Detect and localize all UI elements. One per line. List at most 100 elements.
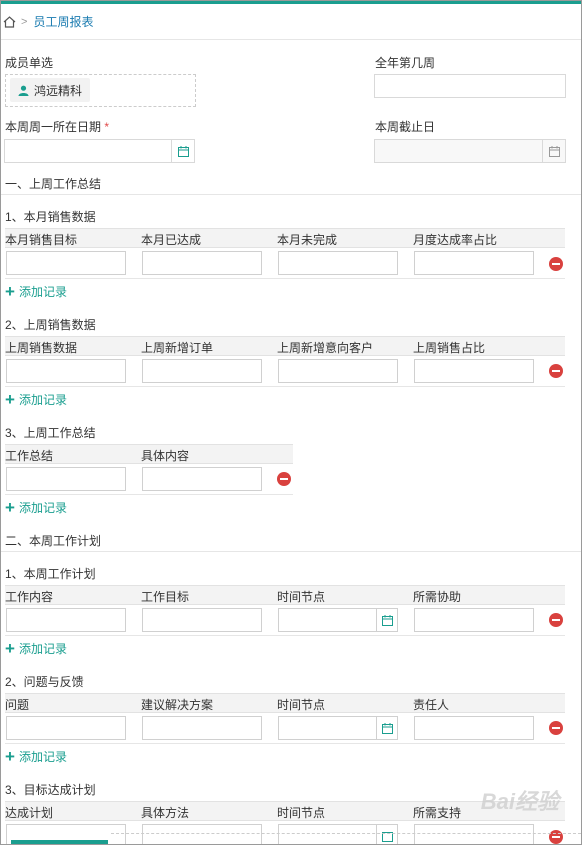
column-header: 月度达成率占比 <box>413 233 498 247</box>
table-header: 上周销售数据 上周新增订单 上周新增意向客户 上周销售占比 <box>5 336 565 356</box>
plus-icon: + <box>5 638 15 658</box>
table-cell-input[interactable] <box>6 251 126 275</box>
member-label: 成员单选 <box>5 56 54 70</box>
table-cell-input[interactable] <box>414 824 534 844</box>
plus-icon: + <box>5 281 15 301</box>
section-title: 二、本周工作计划 <box>5 534 102 548</box>
subsection-title: 1、本月销售数据 <box>5 210 96 224</box>
column-header: 工作总结 <box>5 449 54 463</box>
table-cell-input[interactable] <box>414 608 534 632</box>
section-divider <box>1 551 581 552</box>
column-header: 上周销售数据 <box>5 341 78 355</box>
table-header: 工作总结 具体内容 <box>5 444 293 464</box>
column-header: 工作目标 <box>141 590 190 604</box>
column-header: 上周新增订单 <box>141 341 214 355</box>
column-header: 本月已达成 <box>141 233 202 247</box>
subsection-title: 3、上周工作总结 <box>5 426 96 440</box>
table-cell-input[interactable] <box>6 716 126 740</box>
table-cell-input[interactable] <box>414 359 534 383</box>
table-cell-input[interactable] <box>278 251 398 275</box>
table-cell-input[interactable] <box>142 359 262 383</box>
table-cell-input[interactable] <box>142 251 262 275</box>
breadcrumb: > 员工周报表 <box>1 4 581 40</box>
week-of-year-input[interactable] <box>374 74 566 98</box>
subsection-title: 1、本周工作计划 <box>5 567 96 581</box>
footer-divider <box>111 833 581 834</box>
calendar-icon[interactable] <box>376 717 397 739</box>
breadcrumb-current[interactable]: 员工周报表 <box>33 13 93 30</box>
table-cell-input[interactable] <box>142 467 262 491</box>
table-date-input[interactable] <box>278 608 398 632</box>
delete-row-icon[interactable] <box>549 613 563 627</box>
subsection-title: 2、上周销售数据 <box>5 318 96 332</box>
delete-row-icon[interactable] <box>549 364 563 378</box>
column-header: 所需支持 <box>413 806 462 820</box>
delete-row-icon[interactable] <box>549 721 563 735</box>
calendar-icon[interactable] <box>376 825 397 844</box>
column-header: 达成计划 <box>5 806 54 820</box>
column-header: 上周新增意向客户 <box>277 341 374 355</box>
column-header: 本月销售目标 <box>5 233 78 247</box>
column-header: 建议解决方案 <box>141 698 214 712</box>
plus-icon: + <box>5 746 15 766</box>
calendar-icon <box>542 140 565 162</box>
plus-icon: + <box>5 389 15 409</box>
add-record-button[interactable]: + 添加记录 <box>5 640 67 657</box>
member-chip[interactable]: 鸿远精科 <box>10 78 91 102</box>
column-header: 上周销售占比 <box>413 341 486 355</box>
table-cell-input[interactable] <box>6 467 126 491</box>
row-divider <box>5 635 565 636</box>
column-header: 所需协助 <box>413 590 462 604</box>
submit-button-edge[interactable] <box>11 840 108 844</box>
row-divider <box>5 494 293 495</box>
column-header: 工作内容 <box>5 590 54 604</box>
column-header: 具体方法 <box>141 806 190 820</box>
plus-icon: + <box>5 497 15 517</box>
calendar-icon[interactable] <box>171 140 194 162</box>
watermark-logo: Bai经验 <box>480 789 559 814</box>
table-header: 问题 建议解决方案 时间节点 责任人 <box>5 693 565 713</box>
form-window: > 员工周报表 成员单选 鸿远精科 全年第几周 本周周一所在日期 * 本周截止日… <box>0 0 582 845</box>
subsection-title: 2、问题与反馈 <box>5 675 84 689</box>
member-chip-label: 鸿远精科 <box>34 83 83 98</box>
week-of-year-label: 全年第几周 <box>375 56 436 70</box>
calendar-icon[interactable] <box>376 609 397 631</box>
table-cell-input[interactable] <box>414 716 534 740</box>
column-header: 本月未完成 <box>277 233 338 247</box>
section-divider <box>1 194 581 195</box>
add-record-button[interactable]: + 添加记录 <box>5 283 67 300</box>
table-cell-input[interactable] <box>142 824 262 844</box>
monday-date-input[interactable] <box>4 139 195 163</box>
user-icon <box>18 85 29 96</box>
breadcrumb-separator-icon: > <box>21 15 28 28</box>
table-cell-input[interactable] <box>6 608 126 632</box>
table-date-input[interactable] <box>278 716 398 740</box>
column-header: 时间节点 <box>277 806 326 820</box>
add-record-button[interactable]: + 添加记录 <box>5 499 67 516</box>
subsection-title: 3、目标达成计划 <box>5 783 96 797</box>
monday-date-label: 本周周一所在日期 * <box>5 120 110 134</box>
section-title: 一、上周工作总结 <box>5 177 102 191</box>
add-record-button[interactable]: + 添加记录 <box>5 748 67 765</box>
table-cell-input[interactable] <box>6 359 126 383</box>
column-header: 具体内容 <box>141 449 190 463</box>
delete-row-icon[interactable] <box>277 472 291 486</box>
column-header: 责任人 <box>413 698 450 712</box>
table-header: 本月销售目标 本月已达成 本月未完成 月度达成率占比 <box>5 228 565 248</box>
column-header: 时间节点 <box>277 590 326 604</box>
column-header: 时间节点 <box>277 698 326 712</box>
table-cell-input[interactable] <box>414 251 534 275</box>
table-cell-input[interactable] <box>142 608 262 632</box>
row-divider <box>5 743 565 744</box>
row-divider <box>5 386 565 387</box>
row-divider <box>5 278 565 279</box>
add-record-button[interactable]: + 添加记录 <box>5 391 67 408</box>
table-cell-input[interactable] <box>278 359 398 383</box>
table-cell-input[interactable] <box>142 716 262 740</box>
week-end-input[interactable] <box>374 139 566 163</box>
delete-row-icon[interactable] <box>549 257 563 271</box>
home-icon[interactable] <box>3 15 16 28</box>
table-date-input[interactable] <box>278 824 398 844</box>
column-header: 问题 <box>5 698 30 712</box>
table-header: 工作内容 工作目标 时间节点 所需协助 <box>5 585 565 605</box>
